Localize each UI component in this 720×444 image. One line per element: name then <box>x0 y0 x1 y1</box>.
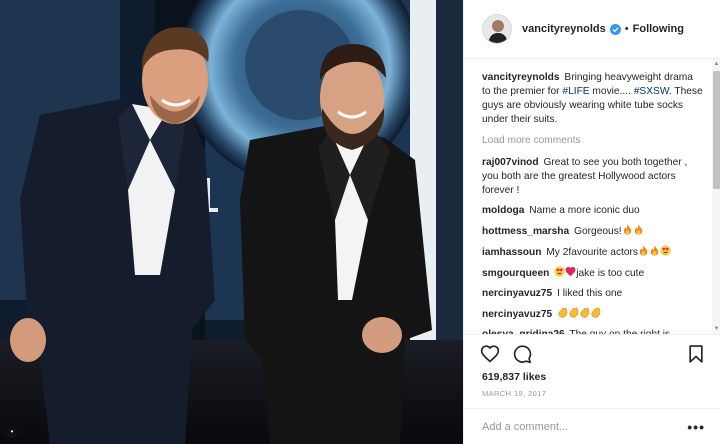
caption-text-2: movie.... <box>589 86 634 97</box>
heart-eyes-emoji <box>660 245 671 258</box>
comment-emojis <box>638 245 671 258</box>
more-options-button[interactable]: ••• <box>687 419 705 435</box>
comment-row: smgourqueen jake is too cute <box>482 266 703 281</box>
post-photo[interactable]: • <box>0 0 463 444</box>
comment-text: My 2favourite actors <box>546 247 639 258</box>
fire-emoji <box>622 224 633 237</box>
scroll-up-arrow-icon[interactable]: ▲ <box>712 59 720 69</box>
comment-icon[interactable] <box>512 344 532 364</box>
post-actions: 619,837 likes MARCH 19, 2017 ••• <box>464 334 720 444</box>
comment-container: raj007vinod Great to see you both togeth… <box>482 156 703 334</box>
comment-text: Gorgeous! <box>574 226 622 237</box>
clap-emoji <box>579 307 590 320</box>
comment-row: moldoga Name a more iconic duo <box>482 204 703 218</box>
post-caption: vancityreynolds Bringing heavyweight dra… <box>482 71 703 127</box>
clap-emoji <box>590 307 601 320</box>
avatar[interactable] <box>482 14 512 44</box>
post-header: vancityreynolds • Following <box>464 0 720 59</box>
heart-eyes-emoji <box>554 266 565 279</box>
heart-icon[interactable] <box>480 344 500 364</box>
likes-count[interactable]: 619,837 likes <box>482 371 546 383</box>
header-username[interactable]: vancityreynolds <box>522 23 606 35</box>
clap-emoji <box>557 307 568 320</box>
comment-username[interactable]: raj007vinod <box>482 157 539 168</box>
caption-username[interactable]: vancityreynolds <box>482 72 560 83</box>
following-button[interactable]: Following <box>633 23 684 35</box>
fire-emoji <box>638 245 649 258</box>
avatar-image <box>483 15 511 43</box>
photo-illustration <box>0 0 463 444</box>
comment-username[interactable]: smgourqueen <box>482 268 549 279</box>
comment-text: Name a more iconic duo <box>529 205 640 216</box>
add-comment-input[interactable] <box>482 421 672 433</box>
header-separator: • <box>624 23 629 35</box>
comment-username[interactable]: hottmess_marsha <box>482 226 569 237</box>
comment-emojis <box>554 266 576 279</box>
comment-username[interactable]: moldoga <box>482 205 524 216</box>
comment-text: jake is too cute <box>576 268 645 279</box>
comment-username[interactable]: nercinyavuz75 <box>482 309 552 320</box>
heart-emoji <box>565 267 576 279</box>
scrollbar-thumb[interactable] <box>713 71 720 189</box>
comment-row: nercinyavuz75 I liked this one <box>482 287 703 301</box>
verified-badge-icon <box>609 23 621 35</box>
post-side-panel: vancityreynolds • Following vancityreyno… <box>463 0 720 444</box>
comments-scrollbar[interactable]: ▲ ▼ <box>712 59 720 334</box>
fire-emoji <box>633 224 644 237</box>
hashtag-link-sxsw[interactable]: #SXSW <box>634 86 669 97</box>
comment-row: hottmess_marsha Gorgeous! <box>482 224 703 239</box>
comment-emojis <box>557 307 601 320</box>
bookmark-icon[interactable] <box>686 344 706 364</box>
add-comment-bar: ••• <box>464 408 720 444</box>
post-date[interactable]: MARCH 19, 2017 <box>482 389 546 398</box>
comment-text: I liked this one <box>557 288 623 299</box>
comment-row: iamhassoun My 2favourite actors <box>482 245 703 260</box>
comment-row: raj007vinod Great to see you both togeth… <box>482 156 703 198</box>
load-more-comments-button[interactable]: Load more comments <box>482 135 703 146</box>
fire-emoji <box>649 245 660 258</box>
comment-username[interactable]: iamhassoun <box>482 247 541 258</box>
clap-emoji <box>568 307 579 320</box>
hashtag-link-life[interactable]: #LIFE <box>562 86 589 97</box>
comment-row: nercinyavuz75 <box>482 307 703 322</box>
scroll-down-arrow-icon[interactable]: ▼ <box>712 324 720 334</box>
user-tag-icon[interactable]: • <box>6 426 18 438</box>
comments-list[interactable]: vancityreynolds Bringing heavyweight dra… <box>464 59 711 334</box>
comment-emojis <box>622 224 644 237</box>
comment-username[interactable]: nercinyavuz75 <box>482 288 552 299</box>
